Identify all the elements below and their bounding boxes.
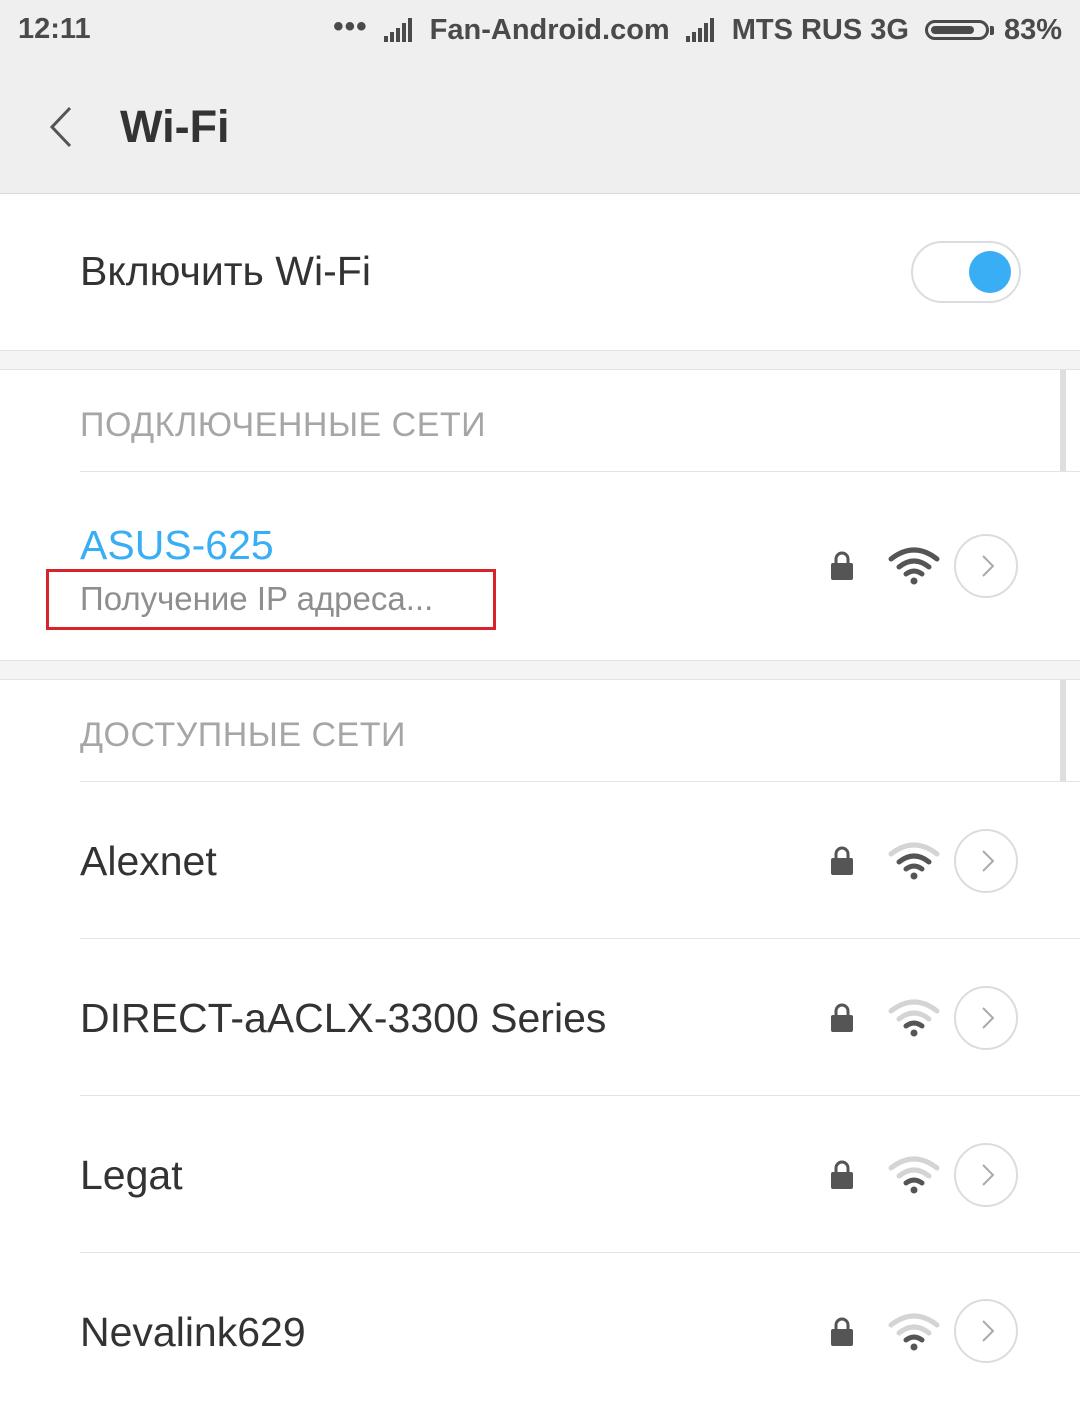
highlight-annotation xyxy=(46,569,496,630)
network-name: Legat xyxy=(80,1152,183,1198)
chevron-left-icon xyxy=(49,106,72,148)
network-name: ASUS-625 xyxy=(80,522,274,568)
chevron-right-icon xyxy=(982,1320,995,1342)
app-header: Wi-Fi xyxy=(0,62,1080,194)
section-divider xyxy=(0,350,1080,370)
connected-networks-header: ПОДКЛЮЧЕННЫЕ СЕТИ xyxy=(80,406,487,444)
network-name: DIRECT-aACLX-3300 Series xyxy=(80,995,607,1041)
page-title: Wi-Fi xyxy=(120,101,230,152)
wifi-signal-icon xyxy=(888,999,940,1037)
wifi-signal-icon xyxy=(888,1156,940,1194)
lock-icon xyxy=(831,1317,853,1346)
chevron-right-icon xyxy=(982,555,995,577)
chevron-right-icon xyxy=(982,1164,995,1186)
network-details-button[interactable] xyxy=(954,1143,1018,1207)
network-details-button[interactable] xyxy=(954,534,1018,598)
lock-icon xyxy=(831,1160,853,1189)
notification-dots-icon: ••• xyxy=(333,10,368,43)
network-details-button[interactable] xyxy=(954,1299,1018,1363)
wifi-toggle-label: Включить Wi-Fi xyxy=(80,248,371,294)
back-button[interactable] xyxy=(38,102,88,152)
lock-icon xyxy=(831,551,853,580)
battery-icon xyxy=(924,20,994,40)
available-networks-header: ДОСТУПНЫЕ СЕТИ xyxy=(80,716,406,754)
status-time: 12:11 xyxy=(18,13,91,45)
wifi-signal-icon xyxy=(888,842,940,880)
wifi-signal-icon xyxy=(888,547,940,585)
status-bar: 12:11 ••• Fan-Android.com MTS RUS 3G 83% xyxy=(0,0,1080,62)
status-indicators: ••• Fan-Android.com MTS RUS 3G 83% xyxy=(317,10,1062,50)
chevron-right-icon xyxy=(982,1007,995,1029)
carrier-name-1: Fan-Android.com xyxy=(429,13,670,46)
signal-icon xyxy=(685,18,716,42)
chevron-right-icon xyxy=(982,850,995,872)
carrier-name-2: MTS RUS 3G xyxy=(731,13,909,46)
network-name: Alexnet xyxy=(80,838,217,884)
lock-icon xyxy=(831,1003,853,1032)
network-details-button[interactable] xyxy=(954,829,1018,893)
lock-icon xyxy=(831,846,853,875)
network-details-button[interactable] xyxy=(954,986,1018,1050)
signal-icon xyxy=(383,18,414,42)
wifi-signal-icon xyxy=(888,1313,940,1351)
wifi-toggle-switch[interactable] xyxy=(911,241,1021,303)
toggle-knob xyxy=(969,251,1011,293)
network-name: Nevalink629 xyxy=(80,1309,306,1355)
section-divider xyxy=(0,660,1080,680)
battery-percent: 83% xyxy=(1003,13,1062,46)
